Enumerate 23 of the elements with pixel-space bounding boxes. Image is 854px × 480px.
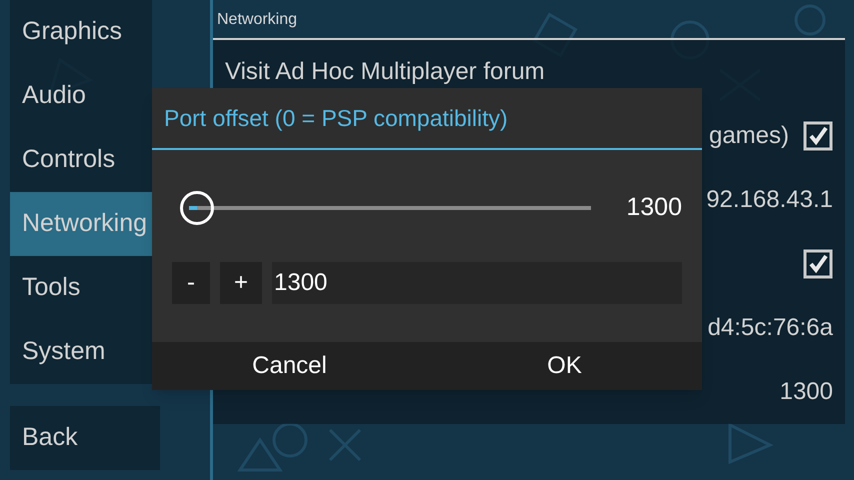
increment-button[interactable]: + — [220, 262, 262, 304]
dialog-button[interactable]: OK — [427, 342, 702, 390]
decrement-button[interactable]: - — [172, 262, 210, 304]
value-input[interactable]: 1300 — [272, 262, 682, 304]
forum-link[interactable]: Visit Ad Hoc Multiplayer forum — [225, 54, 545, 90]
sidebar-tab[interactable]: Networking — [10, 192, 152, 256]
sidebar-tab[interactable]: System — [10, 320, 152, 384]
back-button[interactable]: Back — [10, 406, 160, 470]
slider-value: 1300 — [626, 192, 682, 224]
setting-label: games) — [708, 121, 789, 151]
sidebar-tab[interactable]: Tools — [10, 256, 152, 320]
dialog-title: Port offset (0 = PSP compatibility) — [164, 104, 508, 133]
sidebar-tab[interactable]: Audio — [10, 64, 152, 128]
setting-value: 92.168.43.1 — [706, 185, 833, 215]
checkbox[interactable] — [803, 249, 833, 279]
section-header: Networking — [217, 11, 298, 28]
sidebar-tab[interactable]: Controls — [10, 128, 152, 192]
checkbox[interactable] — [803, 121, 833, 151]
sidebar-tab[interactable]: Graphics — [10, 0, 152, 64]
setting-value: 1300 — [780, 377, 833, 407]
setting-value: d4:5c:76:6a — [708, 313, 833, 343]
slider-thumb[interactable] — [180, 191, 214, 225]
dialog-button[interactable]: Cancel — [152, 342, 427, 390]
